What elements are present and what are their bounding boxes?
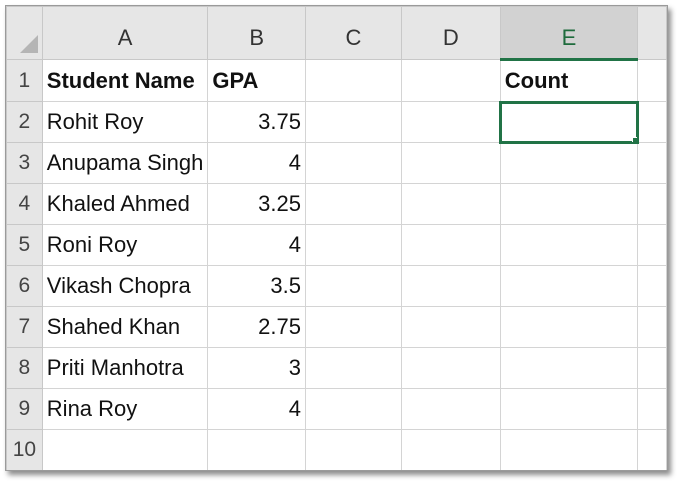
cell-f[interactable]	[637, 265, 667, 307]
cell-f[interactable]	[637, 142, 667, 184]
cell-e[interactable]	[499, 265, 639, 307]
row-header[interactable]: 1	[6, 59, 43, 102]
cell-a[interactable]: Student Name	[41, 59, 209, 102]
cell-d[interactable]	[400, 142, 501, 184]
column-header-f[interactable]	[637, 6, 667, 60]
cell-d[interactable]	[400, 306, 501, 348]
cell-b[interactable]: 4	[207, 388, 306, 430]
cell-d[interactable]	[400, 101, 501, 143]
cell-c[interactable]	[304, 265, 402, 307]
cell-c[interactable]	[304, 142, 402, 184]
row-header[interactable]: 9	[6, 388, 43, 430]
column-header-c[interactable]: C	[304, 6, 402, 60]
cell-f[interactable]	[637, 224, 667, 266]
cell-c[interactable]	[304, 429, 402, 470]
cell-b[interactable]	[207, 429, 306, 470]
table-row: 6 Vikash Chopra 3.5	[6, 265, 667, 307]
cell-b[interactable]: 3	[207, 347, 306, 389]
cell-b[interactable]: GPA	[207, 59, 306, 102]
table-row: 3 Anupama Singh 4	[6, 142, 667, 184]
cell-f[interactable]	[637, 59, 667, 102]
cell-a[interactable]: Anupama Singh	[41, 142, 209, 184]
cell-f[interactable]	[637, 388, 667, 430]
row-header[interactable]: 3	[6, 142, 43, 184]
row-header[interactable]: 4	[6, 183, 43, 225]
table-row: 7 Shahed Khan 2.75	[6, 306, 667, 348]
cell-a[interactable]: Roni Roy	[41, 224, 209, 266]
cell-c[interactable]	[304, 306, 402, 348]
table-row: 4 Khaled Ahmed 3.25	[6, 183, 667, 225]
cell-a[interactable]: Rohit Roy	[41, 101, 209, 143]
cell-f[interactable]	[637, 101, 667, 143]
cell-c[interactable]	[304, 59, 402, 102]
cell-c[interactable]	[304, 183, 402, 225]
spreadsheet-window: A B C D E 1 Student Name GPA Count 2 Rohit Ro…	[5, 5, 668, 471]
cell-a[interactable]	[41, 429, 209, 470]
table-row: 1 Student Name GPA Count	[6, 59, 667, 102]
row-header[interactable]: 10	[6, 429, 43, 470]
cell-a[interactable]: Priti Manhotra	[41, 347, 209, 389]
column-header-a[interactable]: A	[41, 6, 209, 60]
cell-e[interactable]	[499, 306, 639, 348]
table-row: 8 Priti Manhotra 3	[6, 347, 667, 389]
cell-f[interactable]	[637, 306, 667, 348]
cell-e[interactable]: Count	[499, 59, 639, 102]
cell-c[interactable]	[304, 101, 402, 143]
cell-e[interactable]	[499, 388, 639, 430]
cell-d[interactable]	[400, 59, 501, 102]
cell-d[interactable]	[400, 265, 501, 307]
cell-e[interactable]	[499, 183, 639, 225]
row-header[interactable]: 2	[6, 101, 43, 143]
row-header[interactable]: 6	[6, 265, 43, 307]
cell-c[interactable]	[304, 388, 402, 430]
select-all-button[interactable]	[6, 6, 43, 60]
cell-d[interactable]	[400, 183, 501, 225]
spreadsheet-grid: A B C D E 1 Student Name GPA Count 2 Rohit Ro…	[6, 6, 667, 470]
table-row: 2 Rohit Roy 3.75	[6, 100, 667, 144]
row-header[interactable]: 8	[6, 347, 43, 389]
cell-f[interactable]	[637, 347, 667, 389]
table-row: 10	[6, 429, 667, 470]
cell-d[interactable]	[400, 347, 501, 389]
cell-e[interactable]	[499, 429, 639, 470]
cell-d[interactable]	[400, 429, 501, 470]
cell-e[interactable]	[499, 100, 639, 144]
cell-b[interactable]: 4	[207, 142, 306, 184]
table-row: 5 Roni Roy 4	[6, 224, 667, 266]
cell-d[interactable]	[400, 224, 501, 266]
cell-b[interactable]: 3.25	[207, 183, 306, 225]
cell-d[interactable]	[400, 388, 501, 430]
cell-a[interactable]: Khaled Ahmed	[41, 183, 209, 225]
cell-a[interactable]: Shahed Khan	[41, 306, 209, 348]
cell-e[interactable]	[499, 347, 639, 389]
row-header[interactable]: 7	[6, 306, 43, 348]
cell-b[interactable]: 2.75	[207, 306, 306, 348]
cell-b[interactable]: 4	[207, 224, 306, 266]
cell-c[interactable]	[304, 347, 402, 389]
cell-f[interactable]	[637, 429, 667, 470]
cell-e[interactable]	[499, 224, 639, 266]
cell-a[interactable]: Rina Roy	[41, 388, 209, 430]
row-header[interactable]: 5	[6, 224, 43, 266]
cell-b[interactable]: 3.75	[207, 101, 306, 143]
fill-handle[interactable]	[632, 137, 637, 142]
column-header-b[interactable]: B	[207, 6, 306, 60]
column-header-d[interactable]: D	[400, 6, 501, 60]
cell-f[interactable]	[637, 183, 667, 225]
cell-e[interactable]	[499, 142, 639, 184]
table-row: 9 Rina Roy 4	[6, 388, 667, 430]
cell-a[interactable]: Vikash Chopra	[41, 265, 209, 307]
cell-b[interactable]: 3.5	[207, 265, 306, 307]
column-header-e[interactable]: E	[499, 6, 639, 61]
select-all-icon	[19, 35, 38, 53]
cell-c[interactable]	[304, 224, 402, 266]
